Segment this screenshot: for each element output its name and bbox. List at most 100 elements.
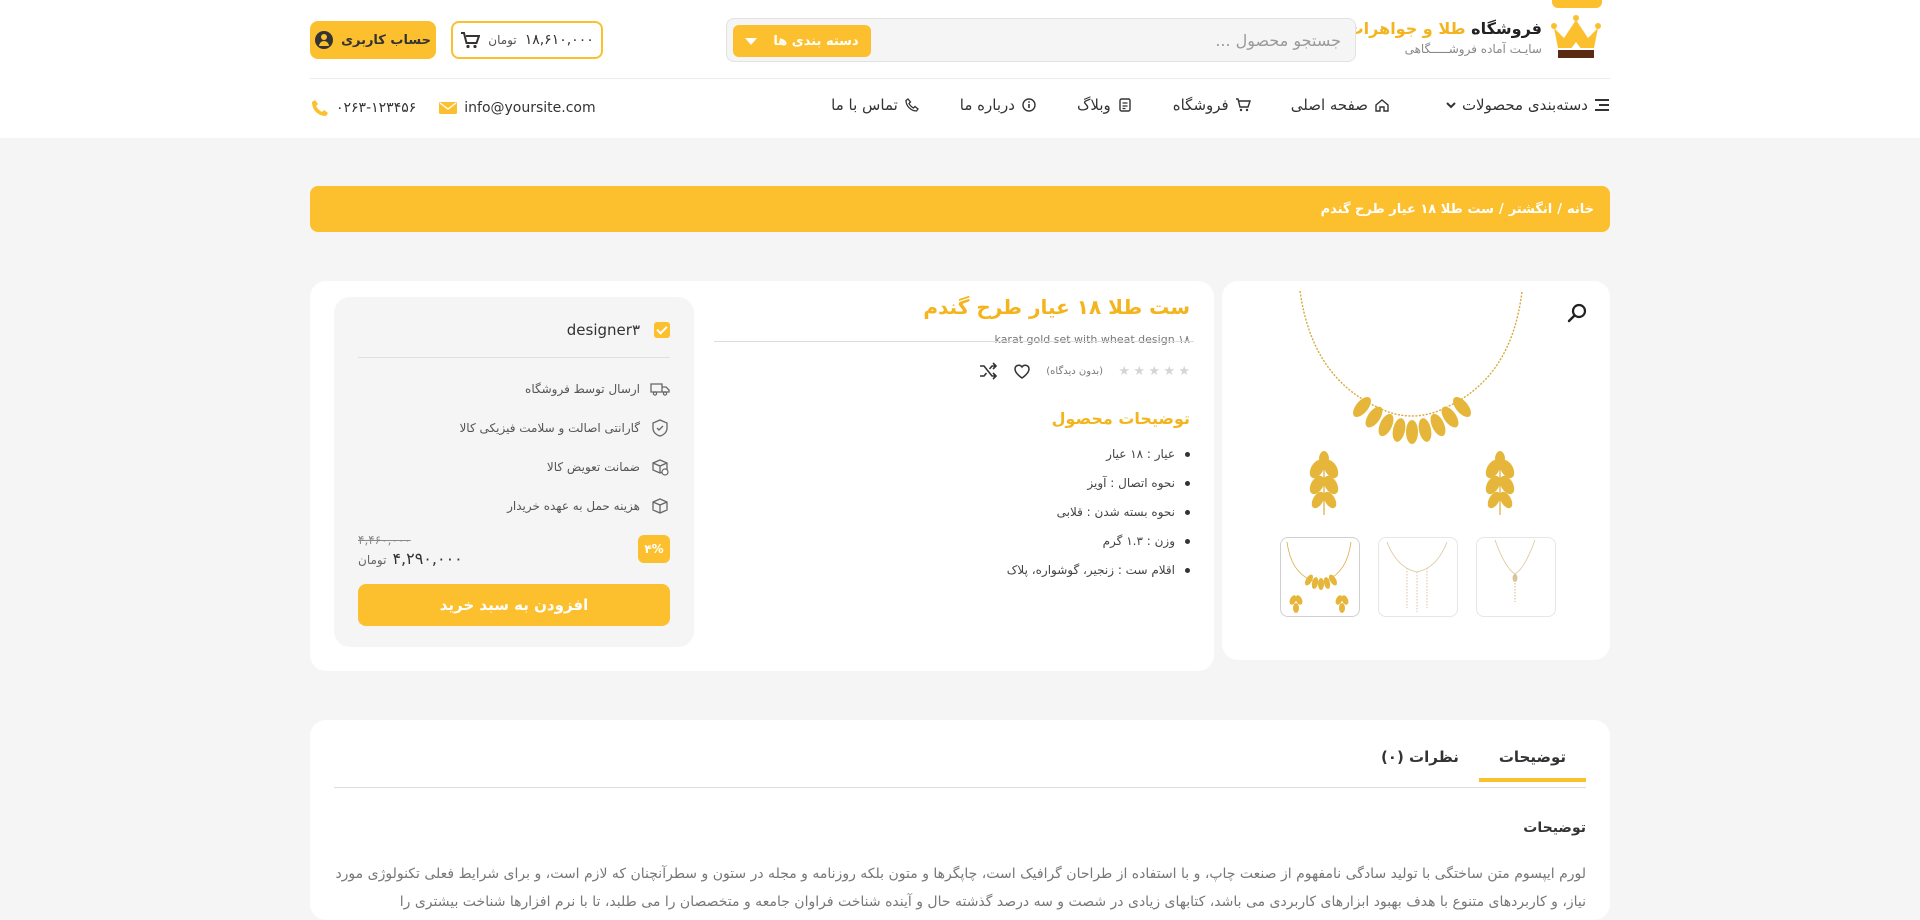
home-icon xyxy=(1375,99,1389,112)
box-exchange-icon xyxy=(652,458,669,476)
seller-box: designer۳ ارسال توسط فروشگاه گارانتی اصا… xyxy=(334,297,694,647)
gallery-thumbnail[interactable] xyxy=(1476,537,1556,617)
contact-email[interactable]: info@yoursite.com xyxy=(438,100,596,116)
product-main-image[interactable] xyxy=(1282,287,1542,521)
feature-item: نحوه اتصال : آویز xyxy=(1007,476,1190,490)
service-label: هزینه حمل به عهده خریدار xyxy=(507,498,640,513)
nav-item-blog[interactable]: وبلاگ xyxy=(1077,96,1133,114)
feature-text: اقلام ست : زنجیر، گوشواره، پلاک xyxy=(1006,563,1175,577)
rating-text[interactable]: (بدون دیدگاه) xyxy=(1046,366,1103,377)
thumbnail-image xyxy=(1494,539,1536,602)
nav-item-label: درباره ما xyxy=(959,96,1015,114)
cart-unit: تومان xyxy=(488,33,517,47)
nav-item-label: صفحه اصلی xyxy=(1290,96,1368,114)
thumbnail-image xyxy=(1386,541,1448,612)
feature-item: عیار : ۱۸ عیار xyxy=(1007,447,1190,461)
shield-check-icon xyxy=(652,418,668,437)
nav-item-about[interactable]: درباره ما xyxy=(960,96,1037,114)
phone-outline-icon xyxy=(905,98,919,112)
breadcrumb-home[interactable]: خانه xyxy=(1567,202,1594,217)
feature-text: نحوه اتصال : آویز xyxy=(1087,476,1175,490)
contact-phone[interactable]: ۰۲۶۳-۱۲۳۴۵۶ xyxy=(310,98,416,118)
categories-dropdown-button[interactable]: دسته بندی ها xyxy=(733,25,871,57)
feature-text: نحوه بسته شدن : قلابی xyxy=(1056,505,1175,519)
heart-icon[interactable] xyxy=(1012,361,1032,381)
nav-item-categories[interactable]: دسته‌بندی محصولات xyxy=(1446,96,1610,114)
breadcrumb-separator: / xyxy=(1498,201,1504,217)
description-body: لورم ایپسوم متن ساختگی با تولید سادگی نا… xyxy=(335,866,1586,910)
service-label: گارانتی اصالت و سلامت فیزیکی کالا xyxy=(459,420,640,435)
chevron-down-icon xyxy=(1446,102,1456,109)
service-item: ارسال توسط فروشگاه xyxy=(459,369,670,408)
nav-item-label: وبلاگ xyxy=(1076,96,1111,114)
feature-item: اقلام ست : زنجیر، گوشواره، پلاک xyxy=(1007,563,1190,577)
title-divider xyxy=(714,341,1194,342)
nav-item-shop[interactable]: فروشگاه xyxy=(1173,96,1251,114)
tab-description[interactable]: توضیحات xyxy=(1478,748,1586,782)
envelope-icon xyxy=(439,102,458,114)
account-button[interactable]: حساب کاربری xyxy=(310,21,436,59)
gallery-thumbnail[interactable] xyxy=(1378,537,1458,617)
cart-icon xyxy=(1235,98,1251,112)
nav-item-label: فروشگاه xyxy=(1172,96,1229,114)
nav-item-home[interactable]: صفحه اصلی xyxy=(1291,96,1390,114)
main-nav: دسته‌بندی محصولات صفحه اصلی فروشگاه وبلا… xyxy=(791,96,1610,114)
blog-icon xyxy=(1119,98,1131,112)
service-item: گارانتی اصالت و سلامت فیزیکی کالا xyxy=(459,408,670,447)
compare-shuffle-icon[interactable] xyxy=(978,361,998,381)
product-tabs-card: توضیحات نظرات (۰) توضیحات لورم ایپسوم مت… xyxy=(310,720,1610,920)
gallery-thumbnail[interactable] xyxy=(1280,537,1360,617)
rating-row: ★ ★ ★ ★ ★ (بدون دیدگاه) xyxy=(978,361,1190,381)
service-item: هزینه حمل به عهده خریدار xyxy=(459,486,670,525)
breadcrumb-category[interactable]: انگشتر xyxy=(1509,202,1553,217)
nav-item-contact[interactable]: تماس با ما xyxy=(831,96,920,114)
search-input[interactable] xyxy=(885,19,1355,61)
service-label: ضمانت تعویض کالا xyxy=(546,459,640,474)
menu-lines-icon xyxy=(1595,99,1609,111)
seller-services: ارسال توسط فروشگاه گارانتی اصالت و سلامت… xyxy=(459,369,670,525)
site-header: فروشگاه طلا و جواهرات سایـت آماده فروشــ… xyxy=(0,0,1920,138)
new-price-value: ۴,۲۹۰,۰۰۰ xyxy=(392,549,463,568)
info-icon xyxy=(1022,98,1036,112)
truck-icon xyxy=(650,382,670,396)
zoom-search-icon[interactable] xyxy=(1566,301,1590,325)
product-gallery xyxy=(1222,281,1610,660)
section-title: توضیحات xyxy=(1523,820,1586,836)
star-icon: ★ xyxy=(1133,363,1145,379)
feature-item: وزن : ۱.۳ گرم xyxy=(1007,534,1190,548)
cart-button[interactable]: ۱۸,۶۱۰,۰۰۰ تومان xyxy=(451,21,603,59)
check-icon xyxy=(654,322,670,338)
tab-reviews[interactable]: نظرات (۰) xyxy=(1361,748,1479,782)
caret-down-icon xyxy=(745,37,758,45)
seller-name-row: designer۳ xyxy=(567,321,670,339)
product-title-en: karat gold set with wheat design ۱۸ xyxy=(994,333,1190,346)
breadcrumb: خانه / انگشتر / ست طلا ۱۸ عیار طرح گندم xyxy=(310,186,1610,232)
site-logo[interactable]: فروشگاه طلا و جواهرات سایـت آماده فروشــ… xyxy=(1348,14,1602,60)
user-icon xyxy=(315,31,334,49)
package-icon xyxy=(652,497,668,514)
rating-stars: ★ ★ ★ ★ ★ xyxy=(1117,365,1190,378)
gallery-thumbnails xyxy=(1280,537,1556,617)
new-price: ۴,۲۹۰,۰۰۰ تومان xyxy=(358,549,463,568)
breadcrumb-separator: / xyxy=(1557,201,1562,217)
crown-logo-icon xyxy=(1551,15,1601,58)
cart-amount: ۱۸,۶۱۰,۰۰۰ xyxy=(524,32,594,48)
star-icon: ★ xyxy=(1178,363,1190,379)
logo-subtitle: سایـت آماده فروشـــــگاهی xyxy=(1404,41,1542,56)
tabs-divider xyxy=(334,787,1586,788)
logo-title-prefix: فروشگاه xyxy=(1471,18,1542,38)
thumbnail-image xyxy=(1286,541,1352,613)
star-icon: ★ xyxy=(1118,363,1130,379)
seller-name[interactable]: designer۳ xyxy=(567,321,640,339)
feature-text: عیار : ۱۸ عیار xyxy=(1106,447,1175,461)
logo-title: فروشگاه طلا و جواهرات xyxy=(1348,19,1542,38)
price-unit: تومان xyxy=(358,553,387,567)
product-tabs: توضیحات نظرات (۰) xyxy=(1361,748,1586,782)
contact-phone-text: ۰۲۶۳-۱۲۳۴۵۶ xyxy=(336,100,417,116)
star-icon: ★ xyxy=(1163,363,1175,379)
product-description-heading: توضیحات محصول xyxy=(1051,409,1190,428)
price-area: ۴% ۴,۴۶۰,۰۰۰ ۴,۲۹۰,۰۰۰ تومان xyxy=(358,533,670,573)
cart-icon xyxy=(461,32,481,49)
add-to-cart-button[interactable]: افزودن به سبد خرید xyxy=(358,584,670,626)
nav-item-label: تماس با ما xyxy=(831,96,898,114)
